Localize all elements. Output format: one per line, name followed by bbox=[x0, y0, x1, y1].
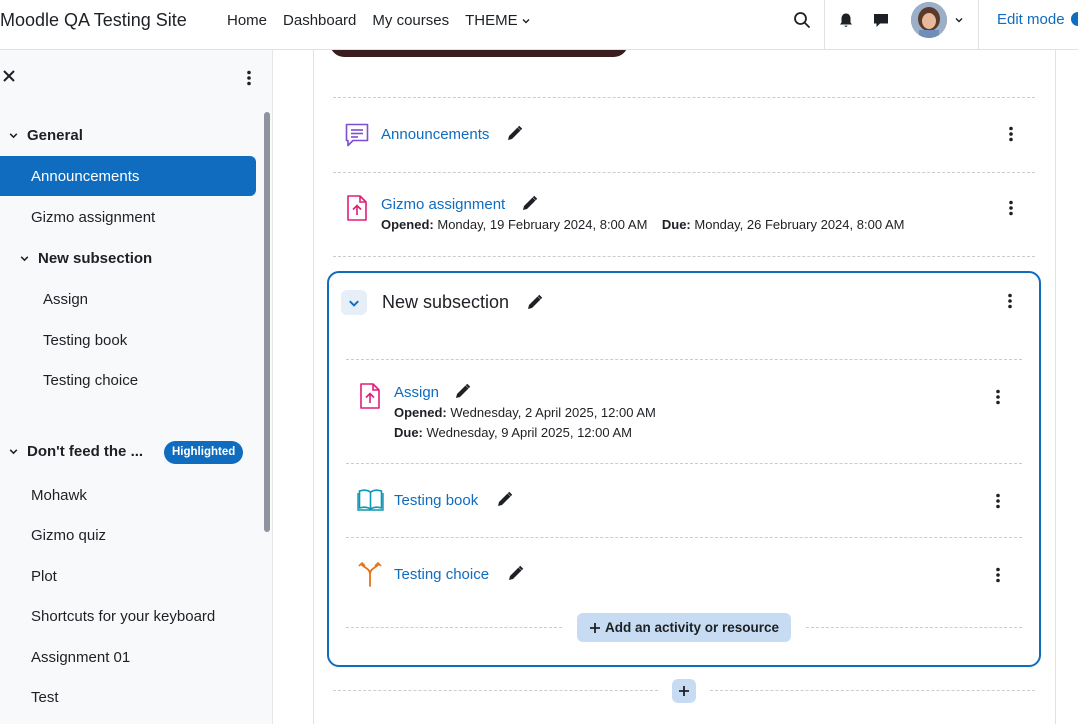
section-title: General bbox=[27, 127, 83, 144]
forum-icon bbox=[345, 123, 369, 147]
highlighted-badge: Highlighted bbox=[164, 441, 244, 464]
due-date: Monday, 26 February 2024, 8:00 AM bbox=[694, 217, 905, 232]
theme-label: THEME bbox=[465, 12, 518, 29]
divider bbox=[806, 627, 1022, 628]
course-index-item-assign[interactable]: Assign bbox=[43, 291, 88, 308]
course-index-item-shortcuts[interactable]: Shortcuts for your keyboard bbox=[31, 608, 215, 625]
subsection-title[interactable]: New subsection bbox=[382, 292, 509, 313]
pencil-icon[interactable] bbox=[496, 491, 513, 508]
pencil-icon[interactable] bbox=[526, 294, 543, 311]
activity-due-date: Due: Wednesday, 9 April 2025, 12:00 AM bbox=[394, 425, 632, 440]
user-avatar[interactable] bbox=[911, 2, 947, 38]
due-date: Wednesday, 9 April 2025, 12:00 AM bbox=[426, 425, 633, 440]
activity-dates: Opened: Monday, 19 February 2024, 8:00 A… bbox=[381, 217, 904, 232]
nav-home[interactable]: Home bbox=[227, 12, 267, 29]
drawer-scrollbar[interactable] bbox=[264, 112, 270, 532]
pencil-icon[interactable] bbox=[521, 195, 538, 212]
navbar-divider bbox=[824, 0, 825, 50]
book-icon bbox=[357, 489, 384, 511]
pencil-icon[interactable] bbox=[506, 125, 523, 142]
opened-label: Opened: bbox=[381, 217, 434, 232]
activity-link-gizmo-assignment[interactable]: Gizmo assignment bbox=[381, 196, 505, 213]
activity-opened-date: Opened: Wednesday, 2 April 2025, 12:00 A… bbox=[394, 405, 656, 420]
more-options-icon[interactable] bbox=[991, 567, 1005, 583]
more-options-icon[interactable] bbox=[242, 70, 256, 86]
subsection-title: New subsection bbox=[38, 250, 153, 267]
course-index-item-testing-choice[interactable]: Testing choice bbox=[43, 372, 138, 389]
more-options-icon[interactable] bbox=[991, 389, 1005, 405]
divider bbox=[346, 463, 1022, 464]
section-title: Don't feed the ... bbox=[27, 443, 144, 460]
notification-bell-icon[interactable] bbox=[834, 8, 858, 32]
add-activity-button[interactable]: Add an activity or resource bbox=[577, 613, 791, 642]
edit-mode-label[interactable]: Edit mode bbox=[997, 11, 1065, 28]
divider bbox=[346, 359, 1022, 360]
pencil-icon[interactable] bbox=[454, 383, 471, 400]
course-index-item-mohawk[interactable]: Mohawk bbox=[31, 487, 87, 504]
edit-mode-toggle[interactable] bbox=[1071, 12, 1078, 26]
chevron-down-icon bbox=[522, 18, 530, 23]
primary-navigation: Home Dashboard My courses THEME bbox=[227, 12, 547, 29]
course-index-item-gizmo-quiz[interactable]: Gizmo quiz bbox=[31, 527, 106, 544]
messages-icon[interactable] bbox=[869, 8, 893, 32]
add-section-button[interactable] bbox=[672, 679, 696, 703]
plus-icon bbox=[679, 686, 689, 696]
opened-date: Monday, 19 February 2024, 8:00 AM bbox=[437, 217, 648, 232]
course-index-section-general[interactable]: General bbox=[8, 127, 83, 144]
due-label: Due: bbox=[394, 425, 423, 440]
course-index-item-test[interactable]: Test bbox=[31, 689, 59, 706]
chevron-down-icon bbox=[20, 256, 29, 262]
more-options-icon[interactable] bbox=[1004, 126, 1018, 142]
divider bbox=[333, 690, 658, 691]
course-index-item-announcements[interactable]: Announcements bbox=[0, 156, 256, 196]
opened-label: Opened: bbox=[394, 405, 447, 420]
navbar-divider bbox=[978, 0, 979, 50]
divider bbox=[333, 97, 1035, 98]
subsection-collapse-button[interactable] bbox=[341, 290, 367, 315]
course-index-item-plot[interactable]: Plot bbox=[31, 568, 57, 585]
chevron-down-icon bbox=[9, 449, 18, 455]
more-options-icon[interactable] bbox=[1003, 293, 1017, 309]
top-navbar: Moodle QA Testing Site Home Dashboard My… bbox=[0, 0, 1078, 50]
add-activity-label: Add an activity or resource bbox=[604, 620, 780, 635]
search-icon[interactable] bbox=[790, 8, 814, 32]
opened-date: Wednesday, 2 April 2025, 12:00 AM bbox=[450, 405, 656, 420]
divider bbox=[333, 256, 1035, 257]
course-index-drawer: General Announcements Gizmo assignment N… bbox=[0, 50, 273, 724]
site-name[interactable]: Moodle QA Testing Site bbox=[0, 10, 187, 31]
assignment-icon bbox=[360, 383, 380, 409]
activity-link-testing-book[interactable]: Testing book bbox=[394, 492, 478, 509]
nav-my-courses[interactable]: My courses bbox=[372, 12, 449, 29]
divider bbox=[346, 627, 562, 628]
nav-theme-menu[interactable]: THEME bbox=[465, 12, 531, 29]
course-index-item-testing-book[interactable]: Testing book bbox=[43, 332, 127, 349]
activity-link-assign[interactable]: Assign bbox=[394, 384, 439, 401]
activity-link-announcements[interactable]: Announcements bbox=[381, 126, 489, 143]
chevron-down-icon bbox=[349, 300, 359, 307]
chevron-down-icon[interactable] bbox=[954, 15, 964, 25]
course-index-item-assignment-01[interactable]: Assignment 01 bbox=[31, 649, 130, 666]
close-icon[interactable] bbox=[2, 69, 16, 83]
course-index-item-label: Announcements bbox=[31, 168, 140, 185]
due-label: Due: bbox=[661, 217, 691, 232]
nav-dashboard[interactable]: Dashboard bbox=[283, 12, 356, 29]
course-index-item-gizmo-assignment[interactable]: Gizmo assignment bbox=[31, 209, 155, 226]
chevron-down-icon bbox=[9, 133, 18, 139]
course-index-section-dont-feed[interactable]: Don't feed the ... bbox=[8, 443, 143, 460]
more-options-icon[interactable] bbox=[1004, 200, 1018, 216]
activity-link-testing-choice[interactable]: Testing choice bbox=[394, 566, 489, 583]
divider bbox=[333, 172, 1035, 173]
pencil-icon[interactable] bbox=[507, 565, 524, 582]
assignment-icon bbox=[347, 195, 367, 221]
choice-icon bbox=[358, 561, 382, 587]
subsection-card bbox=[327, 271, 1041, 667]
course-index-subsection[interactable]: New subsection bbox=[19, 250, 152, 267]
plus-icon bbox=[589, 622, 600, 633]
more-options-icon[interactable] bbox=[991, 493, 1005, 509]
divider bbox=[346, 537, 1022, 538]
divider bbox=[710, 690, 1035, 691]
